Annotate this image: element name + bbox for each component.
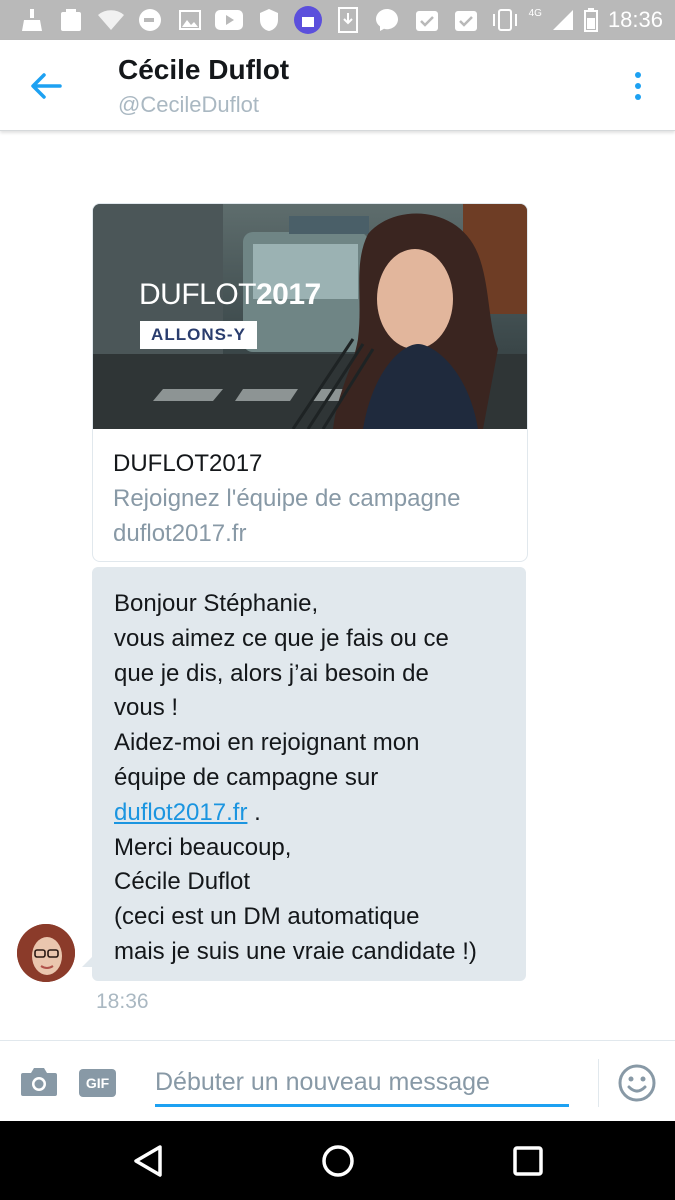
camera-button[interactable] [20,1067,58,1097]
app-icon [289,0,329,40]
message-line: vous ! [114,694,179,722]
check-icon [447,0,487,40]
clock: 18:36 [607,7,663,32]
message-bubble: Bonjour Stéphanie, vous aimez ce que je … [92,567,526,981]
nav-recents-button[interactable] [510,1143,546,1179]
brand-logo-text: DUFLOT2017 [139,278,321,311]
message-line: Merci beaucoup, [114,833,292,861]
arrow-left-icon [31,73,62,99]
check-icon [407,0,447,40]
link-preview-card[interactable]: DUFLOT2017 ALLONS-Y DUFLOT2017 Rejoignez… [92,203,528,562]
card-domain: duflot2017.fr [113,520,247,547]
clipboard-icon [52,0,92,40]
triangle-back-icon [134,1145,162,1177]
exit-icon [131,0,171,40]
campaign-photo [93,204,527,429]
dot-icon [635,72,641,78]
avatar-photo [17,924,75,982]
broom-icon [12,0,52,40]
nav-home-button[interactable] [320,1143,356,1179]
message-line: (ceci est un DM automatique [114,903,420,931]
message-input[interactable] [155,1061,569,1107]
message-timestamp: 18:36 [96,990,149,1013]
system-status: 4G 18:36 [491,0,663,40]
smiley-icon [618,1064,656,1102]
dot-icon [635,94,641,100]
network-type: 4G [528,7,542,19]
conversation-header: Cécile Duflot @CecileDuflot [0,40,675,131]
battery-icon [583,8,598,32]
message-line: équipe de campagne sur [114,763,379,791]
messenger-icon [368,0,408,40]
vibrate-icon [492,9,517,31]
signal-icon [552,10,573,30]
image-icon [170,0,210,40]
composer-divider [598,1059,599,1107]
message-composer: GIF [0,1040,675,1123]
notification-icons [0,0,486,40]
circle-home-icon [322,1145,354,1177]
gif-button[interactable]: GIF [79,1069,116,1097]
camera-icon [21,1068,57,1096]
card-title: DUFLOT2017 [113,450,263,477]
dot-icon [635,83,641,89]
avatar[interactable] [17,924,75,982]
more-options-button[interactable] [623,68,653,104]
back-button[interactable] [28,68,64,104]
status-bar: 4G 18:36 [0,0,675,40]
shield-icon [249,0,289,40]
message-line: que je dis, alors j’ai besoin de [114,659,429,687]
message-line: mais je suis une vraie candidate !) [114,937,477,965]
message-line: Aidez-moi en rejoignant mon [114,729,420,757]
card-description: Rejoignez l'équipe de campagne [113,485,461,512]
message-line: Bonjour Stéphanie, [114,590,319,617]
brand-tagline: ALLONS-Y [140,321,257,349]
message-line: vous aimez ce que je fais ou ce [114,624,449,652]
message-link-line: duflot2017.fr . [114,796,504,831]
conversation-handle[interactable]: @CecileDuflot [118,92,259,118]
conversation-title[interactable]: Cécile Duflot [118,54,289,86]
card-image[interactable]: DUFLOT2017 ALLONS-Y [93,204,527,429]
message-line: Cécile Duflot [114,868,251,896]
wifi-icon [91,0,131,40]
square-recents-icon [513,1146,543,1176]
message-link[interactable]: duflot2017.fr [114,799,247,826]
nav-back-button[interactable] [131,1143,167,1179]
youtube-icon [210,0,250,40]
card-body[interactable]: DUFLOT2017 Rejoignez l'équipe de campagn… [93,429,527,551]
bubble-tail [82,955,94,967]
message-link-suffix: . [247,798,261,826]
emoji-button[interactable] [617,1063,657,1103]
android-nav-bar [0,1121,675,1200]
download-icon [328,0,368,40]
